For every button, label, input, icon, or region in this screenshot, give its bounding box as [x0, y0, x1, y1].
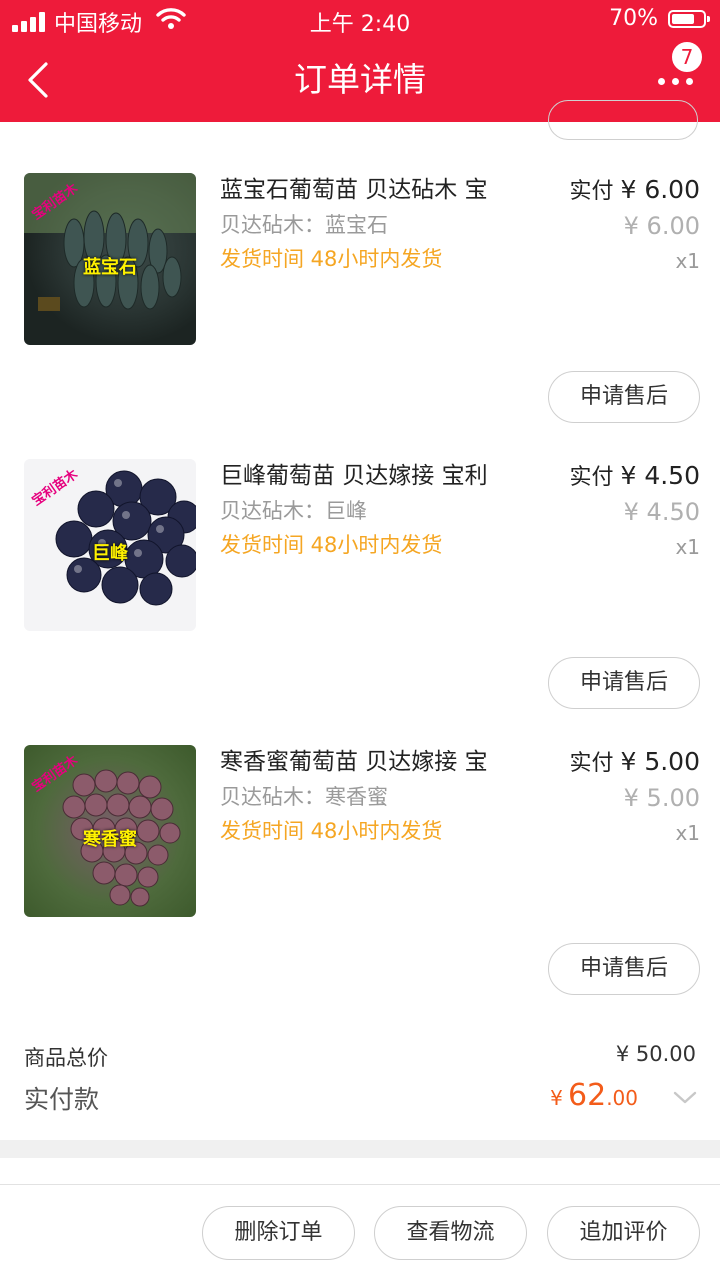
image-variety-label: 蓝宝石 [83, 257, 137, 278]
product-spec: 贝达砧木：蓝宝石 [220, 213, 388, 237]
battery-icon [668, 10, 710, 28]
paid-price: 实付 ¥ 6.00 [569, 175, 700, 204]
previous-aftersale-button[interactable] [548, 100, 698, 140]
delete-order-button[interactable]: 删除订单 [202, 1206, 355, 1260]
quantity: x1 [675, 249, 700, 273]
status-bar: 中国移动 上午 2:40 70% [0, 6, 720, 37]
order-item[interactable]: 宝利苗木 寒香蜜 寒香蜜葡萄苗 贝达嫁接 宝 贝达砧木：寒香蜜 发货时间 48小… [0, 745, 720, 1030]
quantity: x1 [675, 535, 700, 559]
page-title: 订单详情 [294, 60, 426, 99]
order-item[interactable]: 宝利苗木 巨峰 巨峰葡萄苗 贝达嫁接 宝利 贝达砧木：巨峰 发货时间 48小时内… [0, 459, 720, 744]
shipping-time: 发货时间 48小时内发货 [220, 819, 443, 843]
image-variety-label: 巨峰 [92, 543, 128, 564]
goods-total-label: 商品总价 [24, 1046, 108, 1070]
product-spec: 贝达砧木：巨峰 [220, 499, 367, 523]
paid-price: 实付 ¥ 4.50 [569, 461, 700, 490]
original-price: ¥ 6.00 [623, 212, 700, 240]
product-thumbnail[interactable]: 宝利苗木 巨峰 [24, 459, 196, 631]
shipping-time: 发货时间 48小时内发货 [220, 247, 443, 271]
image-variety-label: 寒香蜜 [83, 829, 137, 850]
paid-amount-value: ¥ 62.00 [550, 1078, 638, 1113]
shipping-time: 发货时间 48小时内发货 [220, 533, 443, 557]
product-spec: 贝达砧木：寒香蜜 [220, 785, 388, 809]
more-options-icon[interactable] [656, 72, 696, 92]
apply-aftersale-button[interactable]: 申请售后 [548, 657, 700, 709]
message-count-badge[interactable]: 7 [670, 40, 704, 74]
view-logistics-button[interactable]: 查看物流 [374, 1206, 527, 1260]
order-item[interactable]: 宝利苗木 蓝宝石 蓝宝石葡萄苗 贝达砧木 宝 贝达砧木：蓝宝石 发货时间 48小… [0, 173, 720, 458]
battery-percent: 70% [609, 6, 658, 31]
goods-total-value: ¥ 50.00 [615, 1042, 696, 1066]
product-name[interactable]: 巨峰葡萄苗 贝达嫁接 宝利 [220, 461, 530, 491]
action-bar-border [0, 1184, 720, 1185]
original-price: ¥ 5.00 [623, 784, 700, 812]
chevron-down-icon[interactable] [672, 1088, 698, 1108]
paid-price: 实付 ¥ 5.00 [569, 747, 700, 776]
product-name[interactable]: 蓝宝石葡萄苗 贝达砧木 宝 [220, 175, 530, 205]
product-thumbnail[interactable]: 宝利苗木 寒香蜜 [24, 745, 196, 917]
original-price: ¥ 4.50 [623, 498, 700, 526]
add-review-button[interactable]: 追加评价 [547, 1206, 700, 1260]
paid-amount-label: 实付款 [24, 1085, 100, 1114]
quantity: x1 [675, 821, 700, 845]
section-divider [0, 1140, 720, 1158]
product-thumbnail[interactable]: 宝利苗木 蓝宝石 [24, 173, 196, 345]
apply-aftersale-button[interactable]: 申请售后 [548, 371, 700, 423]
apply-aftersale-button[interactable]: 申请售后 [548, 943, 700, 995]
product-name[interactable]: 寒香蜜葡萄苗 贝达嫁接 宝 [220, 747, 530, 777]
